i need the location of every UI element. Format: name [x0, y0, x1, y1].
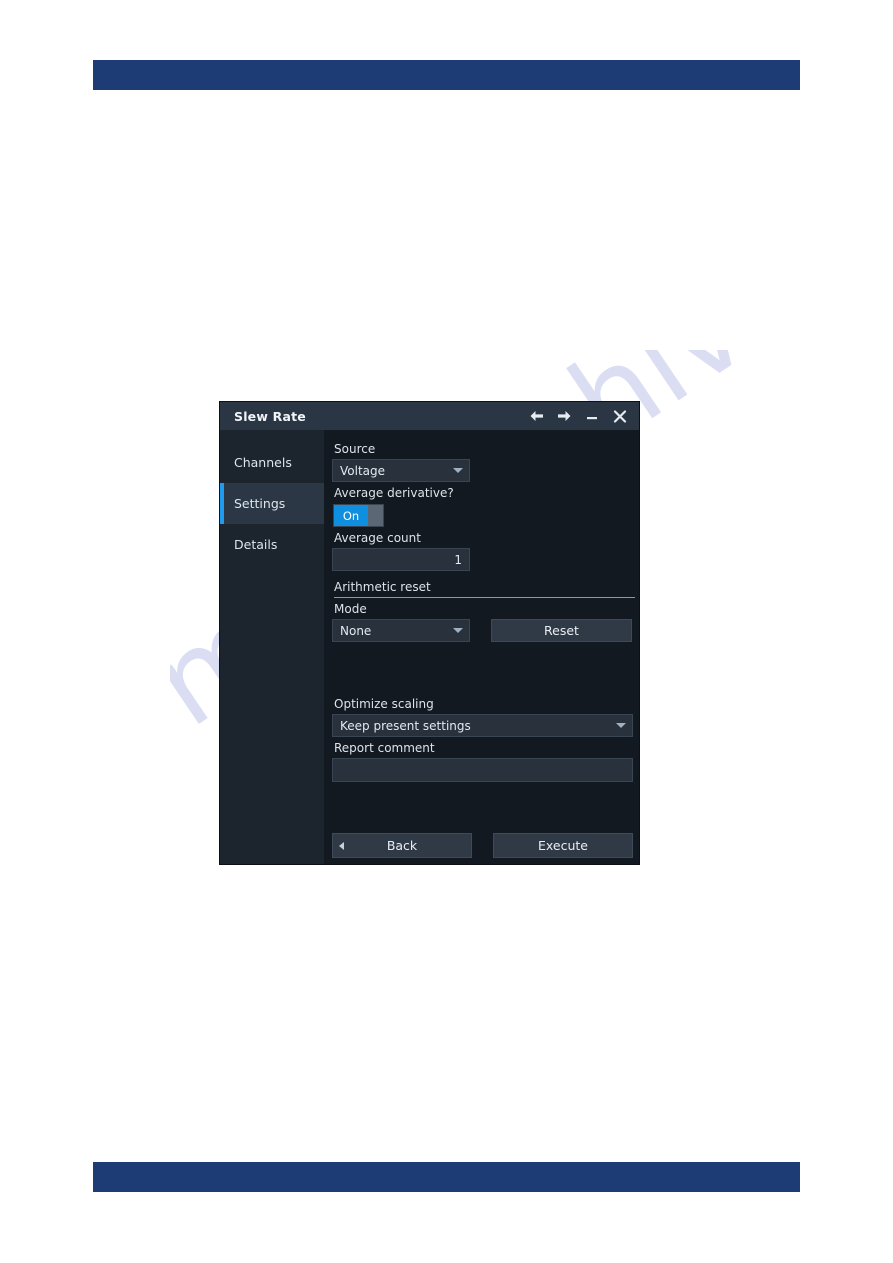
sidebar-item-channels[interactable]: Channels [220, 442, 324, 483]
minimize-icon[interactable] [583, 407, 601, 425]
sidebar-item-label: Settings [234, 496, 286, 511]
close-icon[interactable] [611, 407, 629, 425]
page-footer-bar [93, 1162, 800, 1192]
sidebar-item-label: Details [234, 537, 278, 552]
back-button-label: Back [386, 838, 418, 853]
chevron-down-icon [453, 468, 463, 473]
dialog-sidebar: Channels Settings Details [220, 430, 324, 864]
optimize-scaling-dropdown[interactable]: Keep present settings [332, 714, 633, 737]
chevron-down-icon [616, 723, 626, 728]
average-count-value: 1 [454, 552, 462, 567]
mode-dropdown[interactable]: None [332, 619, 470, 642]
chevron-down-icon [453, 628, 463, 633]
forward-arrow-icon[interactable] [555, 407, 573, 425]
dialog-titlebar: Slew Rate [220, 402, 639, 430]
source-dropdown[interactable]: Voltage [332, 459, 470, 482]
sidebar-item-label: Channels [234, 455, 292, 470]
average-count-label: Average count [334, 531, 421, 545]
reset-button[interactable]: Reset [491, 619, 632, 642]
bottom-spacer [332, 782, 633, 833]
sidebar-item-settings[interactable]: Settings [220, 483, 324, 524]
mode-value: None [340, 623, 372, 638]
toggle-knob [368, 505, 383, 526]
dialog-title: Slew Rate [234, 408, 306, 424]
report-comment-label: Report comment [334, 741, 435, 755]
optimize-scaling-value: Keep present settings [340, 718, 471, 733]
page-header-bar [93, 60, 800, 90]
mode-row: None Reset [332, 619, 633, 642]
average-count-input[interactable]: 1 [332, 548, 470, 571]
slew-rate-dialog: Slew Rate Channels Settings Details Sour… [220, 402, 639, 864]
settings-pane: Source Voltage Average derivative? On Av… [324, 430, 639, 864]
arithmetic-reset-section-label: Arithmetic reset [334, 580, 635, 598]
back-arrow-icon[interactable] [527, 407, 545, 425]
triangle-left-icon [339, 841, 344, 850]
execute-button[interactable]: Execute [493, 833, 633, 858]
toggle-state-label: On [334, 505, 368, 526]
report-comment-input[interactable] [332, 758, 633, 782]
window-controls [527, 407, 629, 425]
dialog-body: Channels Settings Details Source Voltage… [220, 430, 639, 864]
dialog-footer-buttons: Back Execute [332, 833, 633, 858]
sidebar-item-details[interactable]: Details [220, 524, 324, 565]
average-derivative-toggle[interactable]: On [333, 504, 384, 527]
back-button[interactable]: Back [332, 833, 472, 858]
optimize-scaling-label: Optimize scaling [334, 697, 434, 711]
execute-button-label: Execute [538, 838, 588, 853]
source-label: Source [334, 442, 376, 456]
average-derivative-label: Average derivative? [334, 486, 454, 500]
source-value: Voltage [340, 463, 386, 478]
mode-label: Mode [334, 602, 367, 616]
